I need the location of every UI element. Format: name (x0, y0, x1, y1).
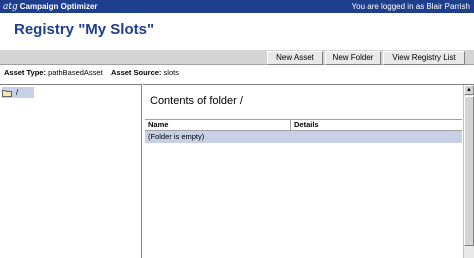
new-folder-button[interactable]: New Folder (325, 51, 381, 65)
empty-folder-row: (Folder is empty) (145, 131, 462, 143)
asset-type-label: Asset Type: (4, 68, 46, 77)
column-header-details[interactable]: Details (290, 120, 462, 130)
tree-node-label: / (16, 88, 19, 97)
asset-info-bar: Asset Type: pathBasedAsset Asset Source:… (0, 66, 474, 80)
column-header-name[interactable]: Name (148, 120, 290, 130)
scrollbar-thumb[interactable] (464, 96, 474, 246)
login-status: You are logged in as Blair Parrish (351, 2, 470, 11)
toolbar: New Asset New Folder View Registry List (0, 49, 474, 65)
view-registry-list-button[interactable]: View Registry List (383, 51, 465, 65)
contents-table-header: Name Details (145, 119, 462, 131)
new-asset-button[interactable]: New Asset (267, 51, 323, 65)
folder-tree-pane: / (0, 84, 142, 258)
asset-source-value: slots (163, 68, 179, 77)
brand: atg Campaign Optimizer (3, 0, 98, 13)
page-title: Registry "My Slots" (14, 21, 155, 38)
asset-source-info: Asset Source: slots (111, 66, 179, 80)
vertical-scrollbar[interactable]: ▲ (463, 85, 474, 258)
tree-node-root[interactable]: / (2, 87, 34, 98)
app-name: Campaign Optimizer (19, 2, 98, 11)
atg-logo: atg (3, 1, 18, 12)
asset-source-label: Asset Source: (111, 68, 162, 77)
top-header-bar: atg Campaign Optimizer You are logged in… (0, 0, 474, 13)
asset-type-info: Asset Type: pathBasedAsset (4, 66, 103, 80)
asset-type-value: pathBasedAsset (48, 68, 103, 77)
contents-title: Contents of folder / (150, 95, 243, 107)
scroll-up-arrow-icon[interactable]: ▲ (464, 85, 474, 95)
folder-contents-pane: Contents of folder / Name Details (Folde… (143, 84, 474, 258)
title-area: Registry "My Slots" (0, 13, 474, 49)
folder-icon (2, 89, 12, 97)
app-window: atg Campaign Optimizer You are logged in… (0, 0, 474, 258)
